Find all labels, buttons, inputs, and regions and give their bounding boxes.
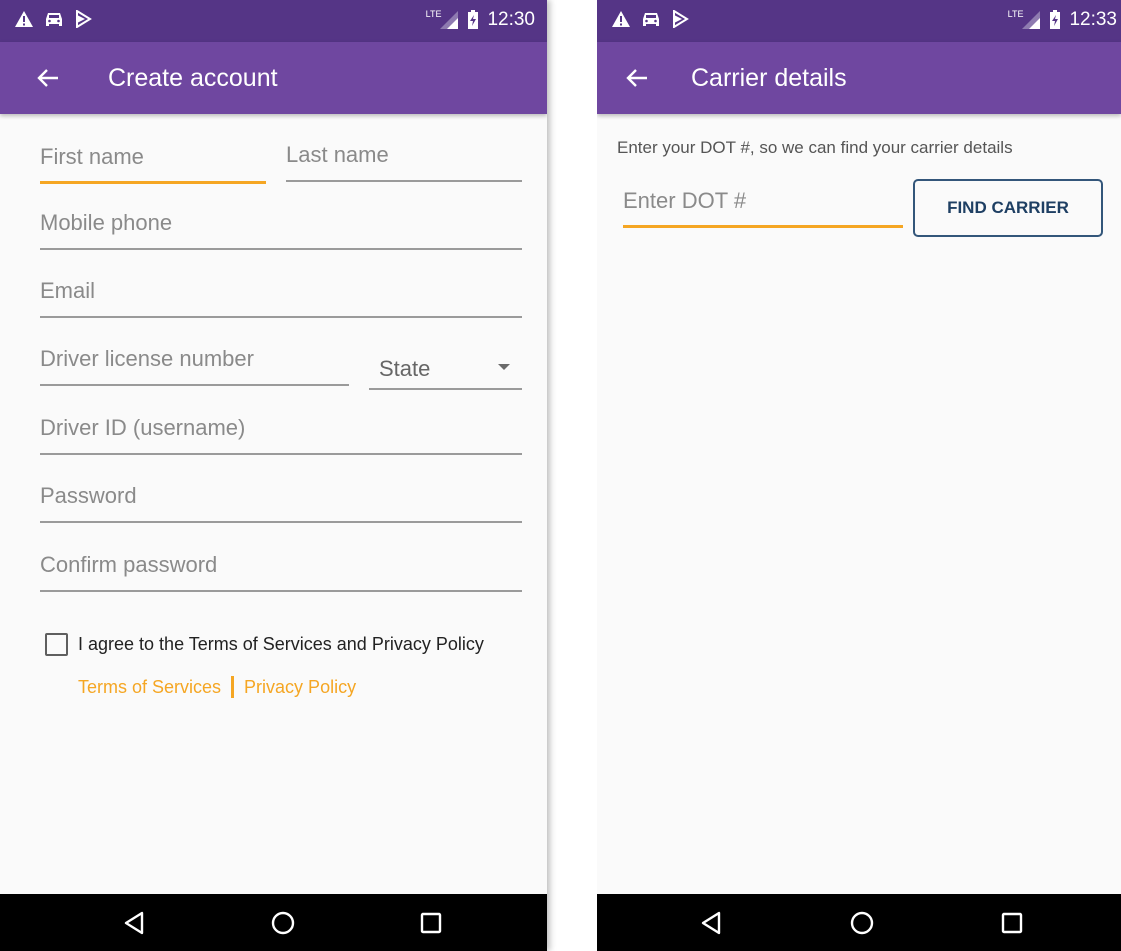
terms-link[interactable]: Terms of Services [78,677,221,698]
field-underline [40,316,522,318]
network-type: LTE [1007,9,1024,19]
legal-links: Terms of Services Privacy Policy [78,676,356,698]
back-arrow-icon[interactable] [619,60,655,96]
find-carrier-button[interactable]: FIND CARRIER [913,179,1103,237]
driver-id-field[interactable]: Driver ID (username) [40,407,522,455]
password-placeholder: Password [40,483,137,508]
signal-icon [440,11,459,29]
battery-icon [1050,10,1061,29]
back-arrow-icon[interactable] [30,60,66,96]
system-nav-bar [597,894,1121,951]
agree-checkbox[interactable] [45,633,68,656]
dot-number-placeholder: Enter DOT # [623,188,747,213]
warning-icon [612,11,630,27]
field-underline [286,180,522,182]
dropdown-arrow-icon [498,364,510,370]
status-bar: LTE 12:33 [597,0,1121,42]
status-time: 12:30 [487,9,535,30]
nav-back-icon[interactable] [120,908,150,938]
warning-icon [15,11,33,27]
first-name-field[interactable]: First name [40,136,266,184]
email-placeholder: Email [40,278,96,303]
mobile-phone-field[interactable]: Mobile phone [40,202,522,250]
confirm-password-placeholder: Confirm password [40,552,218,577]
field-underline [40,248,522,250]
state-dropdown[interactable]: State [369,342,522,390]
field-underline [40,453,522,455]
nav-home-icon[interactable] [847,908,877,938]
app-bar: Carrier details [597,42,1121,114]
nav-recents-icon[interactable] [416,908,446,938]
driver-id-placeholder: Driver ID (username) [40,415,246,440]
status-bar: LTE 12:30 [0,0,547,42]
license-number-placeholder: Driver license number [40,346,254,371]
nav-recents-icon[interactable] [997,908,1027,938]
carrier-description: Enter your DOT #, so we can find your ca… [617,138,1013,157]
email-field[interactable]: Email [40,270,522,318]
signal-icon [1022,11,1041,29]
field-underline [40,181,266,184]
confirm-password-field[interactable]: Confirm password [40,544,522,592]
carrier-details-screen: LTE 12:33 Carrier details Enter your DOT… [597,0,1121,951]
play-store-icon [673,10,689,28]
dot-number-field[interactable]: Enter DOT # [623,180,903,228]
field-underline [369,388,522,390]
field-underline [40,590,522,592]
system-nav-bar [0,894,547,951]
field-underline [623,225,903,228]
car-icon [46,13,62,26]
mobile-phone-placeholder: Mobile phone [40,210,173,235]
play-store-icon [76,10,92,28]
field-underline [40,384,349,386]
field-underline [40,521,522,523]
status-time: 12:33 [1069,9,1117,30]
last-name-field[interactable]: Last name [286,134,522,182]
password-field[interactable]: Password [40,475,522,523]
privacy-link[interactable]: Privacy Policy [244,677,356,698]
page-title: Create account [108,64,278,92]
nav-back-icon[interactable] [697,908,727,938]
last-name-placeholder: Last name [286,142,389,167]
car-icon [643,13,659,26]
network-type: LTE [425,9,442,19]
link-divider [231,676,235,698]
battery-icon [468,10,479,29]
state-placeholder: State [379,356,431,381]
page-title: Carrier details [691,64,847,92]
create-account-screen: LTE 12:30 Create account First name Last… [0,0,547,951]
agree-label: I agree to the Terms of Services and Pri… [78,634,484,654]
license-number-field[interactable]: Driver license number [40,338,349,386]
first-name-placeholder: First name [40,144,144,169]
nav-home-icon[interactable] [268,908,298,938]
app-bar: Create account [0,42,547,114]
